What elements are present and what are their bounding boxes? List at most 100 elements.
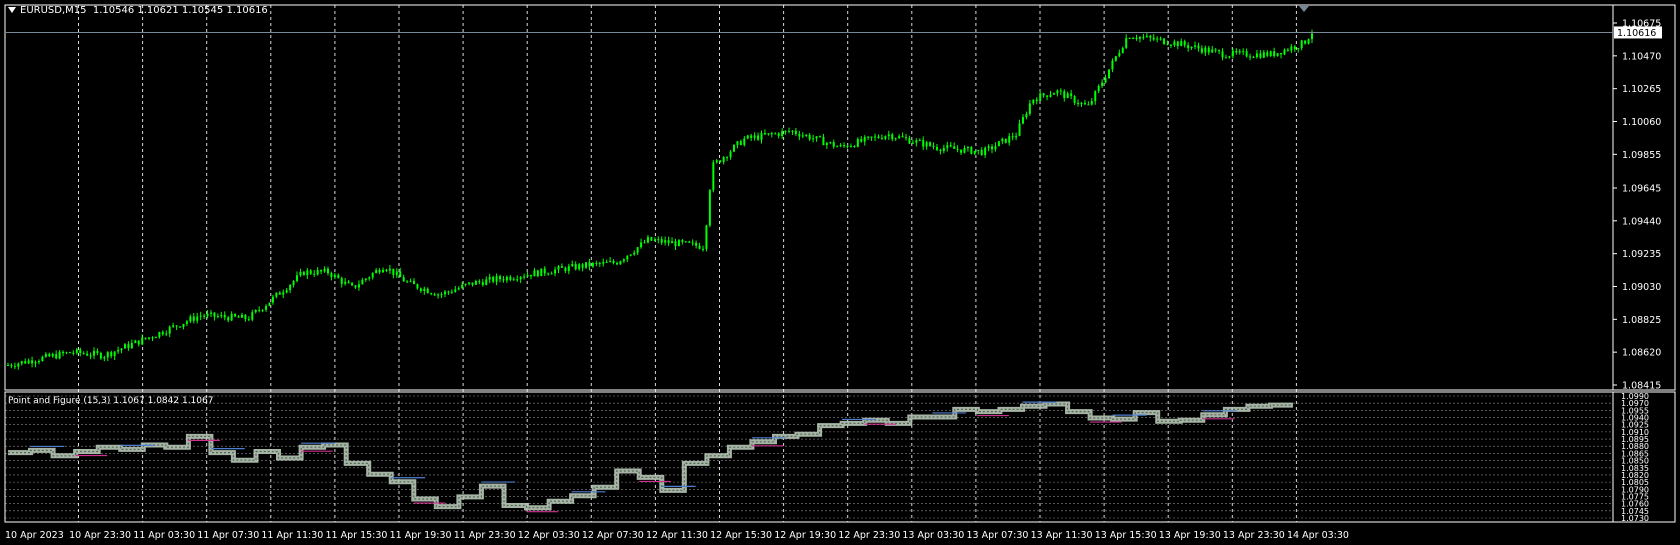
candle-body [333,274,336,278]
y-tick-label: 1.10265 [1622,84,1661,95]
candle-body [62,351,65,354]
x-tick-label: 12 Apr 11:30 [646,530,708,541]
candle-body [970,146,973,154]
candle-body [323,268,326,272]
candle-body [660,239,663,243]
candle-body [357,284,360,288]
symbol-label: EURUSD,M15 [20,5,87,16]
candle-body [382,269,385,273]
candle-body [884,136,887,139]
candle-body [1311,33,1313,40]
candle-body [251,312,254,320]
x-tick-label: 13 Apr 23:30 [1223,530,1285,541]
candle-body [1008,136,1011,143]
candle-body [602,261,605,264]
candle-body [1262,52,1265,58]
candle-body [1094,91,1097,102]
candle-body [488,276,491,280]
candle-body [533,270,536,277]
candle-body [68,352,71,354]
candle-body [1280,53,1283,55]
candle-body [1056,90,1059,94]
y-tick-label: 1.09855 [1622,150,1661,161]
candle-body [777,133,780,136]
collapse-triangle-icon[interactable] [8,7,16,13]
candle-body [509,276,512,280]
candle-body [24,361,27,364]
candle-body [1266,52,1269,56]
x-tick-label: 13 Apr 03:30 [902,530,964,541]
candle-body [585,262,588,268]
candle-body [598,262,601,264]
candle-body [468,282,471,284]
candle-body [443,291,446,295]
candle-body [299,271,302,276]
candle-body [495,276,498,282]
candle-body [1046,95,1049,97]
candle-body [1269,51,1272,56]
candle-body [395,271,398,275]
candle-body [860,139,863,142]
candle-body [571,264,574,267]
candle-body [182,323,185,327]
candle-body [1145,35,1148,37]
candle-body [55,354,58,359]
candle-body [406,281,409,283]
candle-body [44,353,47,357]
candle-body [705,225,708,249]
candle-body [653,239,656,241]
candle-body [285,290,288,293]
candle-body [96,350,99,353]
candle-body [732,144,735,152]
candle-body [117,350,120,352]
candle-body [412,280,415,285]
candle-body [770,133,773,135]
candle-body [822,137,825,146]
candle-body [726,157,729,159]
candle-body [1118,52,1121,57]
candle-body [1176,41,1179,47]
candle-body [1042,93,1045,96]
candle-body [447,291,450,293]
candle-body [1231,50,1234,57]
candle-body [364,278,367,280]
candle-body [340,278,343,284]
candle-body [1200,48,1203,53]
candle-body [646,237,649,243]
candle-body [808,134,811,140]
candle-body [1077,102,1080,104]
candle-body [1286,49,1289,51]
candle-body [946,145,949,149]
candle-body [643,242,646,244]
candle-body [760,133,763,140]
candle-body [557,266,560,270]
candle-body [929,142,932,146]
x-tick-label: 13 Apr 15:30 [1095,530,1157,541]
candle-body [801,135,804,137]
candle-body [1011,136,1014,138]
candle-body [567,266,570,272]
candle-body [815,136,818,139]
x-tick-label: 10 Apr 2023 [5,530,64,541]
candle-body [1018,123,1021,136]
candle-body [402,277,405,282]
candle-body [667,240,670,244]
candle-body [581,264,584,268]
candle-body [832,142,835,147]
candle-body [691,242,694,244]
candle-body [330,273,333,278]
candle-body [213,312,216,317]
candle-body [416,284,419,289]
candle-body [392,268,395,275]
chart-canvas[interactable]: 10 Apr 2023 10 Apr 23:30 11 Apr 03:30 11 Ap… [0,0,1680,545]
candle-body [1252,57,1255,59]
candle-body [925,142,928,147]
candle-body [237,316,240,318]
candle-body [908,138,911,144]
candle-body [127,344,130,349]
candle-body [234,313,237,317]
ohlc-values: 1.10546 1.10621 1.10545 1.10616 [92,5,268,16]
candle-body [320,269,323,272]
candle-body [843,145,846,147]
candle-body [987,146,990,148]
